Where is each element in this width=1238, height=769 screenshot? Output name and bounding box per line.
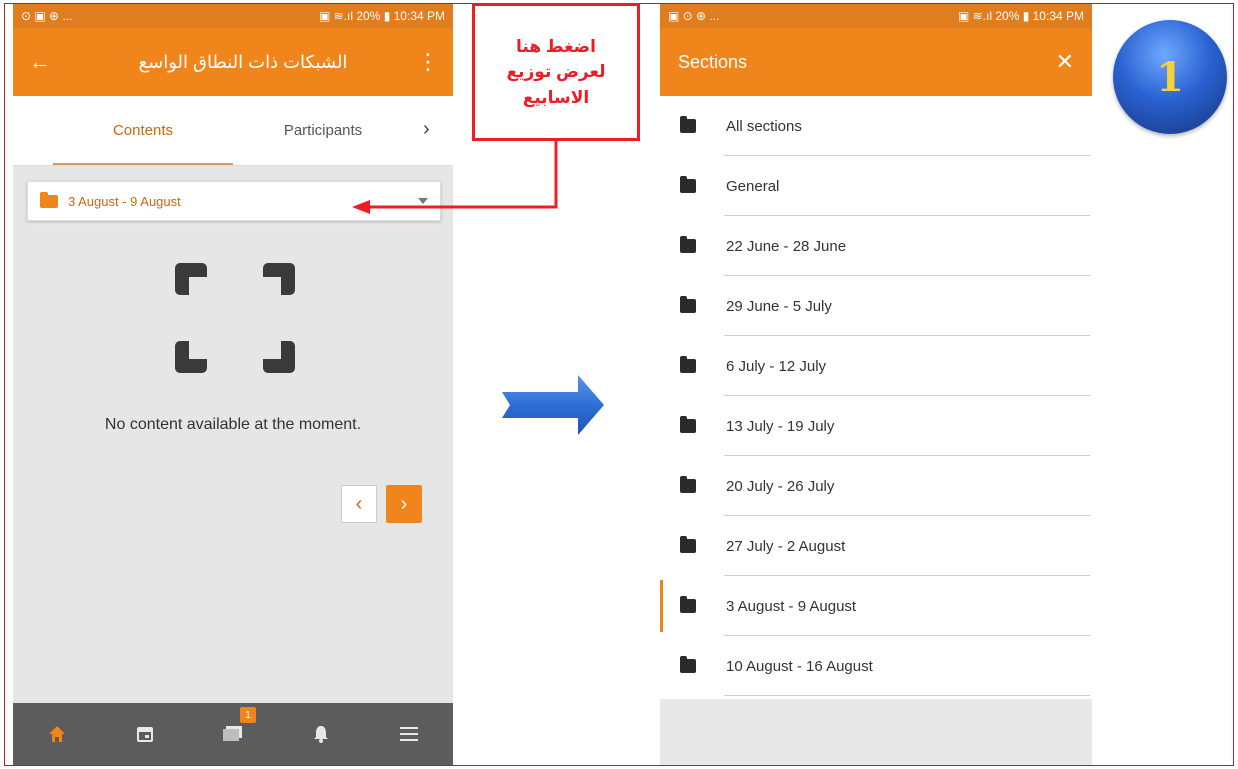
instruction-callout: اضغط هنا لعرض توزيع الاسابيع — [472, 3, 640, 141]
notifications-bell-icon[interactable] — [306, 719, 336, 749]
folder-icon — [680, 296, 696, 313]
sections-list: All sections General 22 June - 28 June 29 J… — [660, 96, 1092, 699]
status-bar: ⊙ ▣ ⊕ ... ▣ ≋.ıl 20% ▮ 10:34 PM — [13, 4, 453, 28]
folder-icon — [680, 536, 696, 553]
previous-section-button[interactable]: ‹ — [341, 485, 377, 523]
section-list-item[interactable]: General — [660, 156, 1092, 216]
list-divider — [724, 695, 1090, 696]
right-phone-screenshot: ▣ ⊙ ⊕ ... ▣ ≋.ıl 20% ▮ 10:34 PM Sections… — [660, 4, 1092, 765]
left-phone-screenshot: ⊙ ▣ ⊕ ... ▣ ≋.ıl 20% ▮ 10:34 PM ← الشبكا… — [13, 4, 453, 765]
section-label: 22 June - 28 June — [726, 237, 847, 255]
section-label: 6 July - 12 July — [726, 357, 827, 375]
sections-app-bar: Sections ✕ — [660, 28, 1092, 96]
tab-contents[interactable]: Contents — [53, 122, 233, 139]
folder-icon — [680, 356, 696, 373]
next-section-button[interactable]: › — [386, 485, 422, 523]
step-number-badge: 1 — [1113, 20, 1227, 134]
empty-message: No content available at the moment. — [104, 416, 362, 433]
section-list-item[interactable]: 10 August - 16 August — [660, 636, 1092, 696]
folder-icon — [680, 476, 696, 493]
section-label: 27 July - 2 August — [726, 537, 846, 555]
section-label: 13 July - 19 July — [726, 417, 835, 435]
sections-title: Sections — [678, 51, 748, 72]
home-icon[interactable] — [42, 719, 72, 749]
status-left: ▣ ⊙ ⊕ ... — [668, 9, 720, 23]
folder-icon — [40, 191, 58, 208]
active-tab-indicator — [53, 163, 233, 165]
section-label: 29 June - 5 July — [726, 297, 832, 315]
callout-line-2: لعرض توزيع — [506, 62, 606, 82]
folder-icon — [680, 236, 696, 253]
section-list-item[interactable]: All sections — [660, 96, 1092, 156]
section-label: General — [726, 177, 780, 195]
course-tabs: Contents Participants › — [13, 96, 453, 166]
menu-icon[interactable] — [394, 719, 424, 749]
status-right: ▣ ≋.ıl 20% ▮ 10:34 PM — [957, 9, 1084, 23]
section-selector-label: 3 August - 9 August — [68, 193, 181, 209]
section-label: All sections — [726, 117, 802, 135]
section-label: 3 August - 9 August — [726, 597, 857, 615]
callout-line-3: الاسابيع — [522, 87, 590, 107]
section-label: 20 July - 26 July — [726, 477, 835, 495]
section-label: 10 August - 16 August — [726, 657, 873, 675]
tabs-next-chevron-icon[interactable]: › — [423, 118, 430, 141]
bottom-navigation: 1 — [13, 703, 453, 765]
status-bar: ▣ ⊙ ⊕ ... ▣ ≋.ıl 20% ▮ 10:34 PM — [660, 4, 1092, 28]
more-options-icon[interactable]: ⋮ — [417, 49, 439, 75]
status-right: ▣ ≋.ıl 20% ▮ 10:34 PM — [318, 9, 445, 23]
section-list-item[interactable]: 27 July - 2 August — [660, 516, 1092, 576]
folder-icon — [680, 596, 696, 613]
callout-line-1: اضغط هنا — [516, 36, 596, 56]
back-arrow-icon[interactable]: ← — [29, 49, 69, 75]
folder-icon — [680, 656, 696, 673]
folder-icon — [680, 176, 696, 193]
calendar-icon[interactable] — [130, 719, 160, 749]
section-list-item[interactable]: 29 June - 5 July — [660, 276, 1092, 336]
dropdown-caret-icon — [418, 198, 428, 204]
course-title: الشبكات ذات النطاق الواسع — [138, 51, 348, 72]
section-list-item[interactable]: 22 June - 28 June — [660, 216, 1092, 276]
folder-icon — [680, 116, 696, 133]
folder-icon — [680, 416, 696, 433]
app-bar: ← الشبكات ذات النطاق الواسع ⋮ — [13, 28, 453, 96]
messages-icon[interactable]: 1 — [218, 707, 256, 749]
messages-badge: 1 — [240, 707, 256, 723]
close-icon[interactable]: ✕ — [1056, 49, 1074, 75]
section-list-item[interactable]: 3 August - 9 August — [660, 576, 1092, 636]
section-selector[interactable]: 3 August - 9 August — [27, 181, 441, 221]
section-list-item[interactable]: 6 July - 12 July — [660, 336, 1092, 396]
section-list-item[interactable]: 20 July - 26 July — [660, 456, 1092, 516]
status-left: ⊙ ▣ ⊕ ... — [21, 9, 73, 23]
section-list-item[interactable]: 13 July - 19 July — [660, 396, 1092, 456]
empty-content-icon — [175, 263, 295, 373]
tab-participants[interactable]: Participants — [253, 122, 393, 139]
